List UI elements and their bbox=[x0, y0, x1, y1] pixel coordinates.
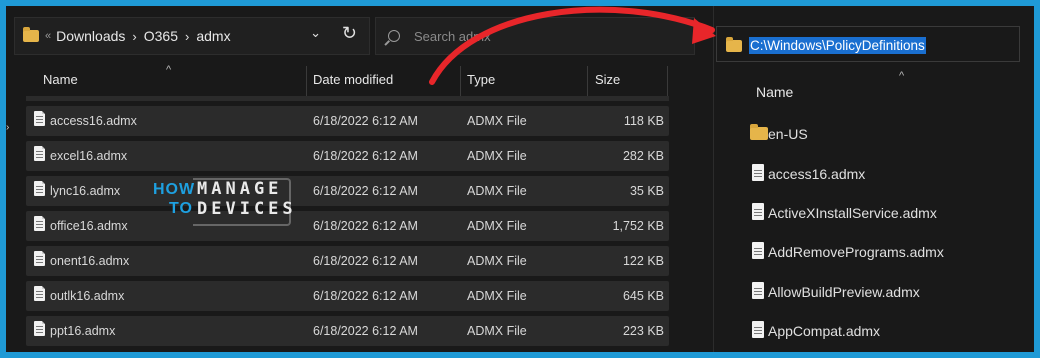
refresh-icon[interactable]: ↻ bbox=[342, 23, 357, 44]
file-size: 118 KB bbox=[623, 114, 664, 128]
file-type: ADMX File bbox=[467, 114, 527, 128]
file-size: 282 KB bbox=[622, 149, 664, 163]
sort-caret-icon: ^ bbox=[899, 70, 905, 82]
column-divider[interactable] bbox=[667, 66, 668, 96]
column-header-date[interactable]: Date modified bbox=[313, 72, 393, 87]
file-date: 6/18/2022 6:12 AM bbox=[313, 184, 418, 198]
column-divider[interactable] bbox=[306, 66, 307, 96]
file-icon bbox=[34, 146, 45, 161]
table-row[interactable]: access16.admx 6/18/2022 6:12 AM ADMX Fil… bbox=[26, 106, 669, 136]
file-type: ADMX File bbox=[467, 149, 527, 163]
search-icon bbox=[388, 30, 400, 42]
file-icon bbox=[34, 111, 45, 126]
item-label: ActiveXInstallService.admx bbox=[768, 205, 937, 221]
file-date: 6/18/2022 6:12 AM bbox=[313, 219, 418, 233]
history-chevron-icon[interactable]: « bbox=[45, 30, 51, 42]
logo-text-to: TO bbox=[169, 200, 193, 217]
item-label: access16.admx bbox=[768, 166, 866, 182]
file-name: lync16.admx bbox=[50, 184, 121, 198]
table-row[interactable]: excel16.admx 6/18/2022 6:12 AM ADMX File… bbox=[26, 141, 669, 171]
file-type: ADMX File bbox=[467, 184, 527, 198]
source-explorer-pane: « Downloads › O365 › admx ⌄ ↻ Search adm… bbox=[6, 6, 706, 352]
column-divider[interactable] bbox=[460, 66, 461, 96]
file-name: excel16.admx bbox=[50, 149, 128, 163]
chevron-down-icon[interactable]: ⌄ bbox=[310, 25, 321, 41]
file-icon bbox=[34, 251, 45, 266]
column-header-name[interactable]: Name bbox=[43, 72, 78, 87]
list-item[interactable]: AllowBuildPreview.admx bbox=[744, 281, 1024, 305]
file-type: ADMX File bbox=[467, 324, 527, 338]
search-box[interactable]: Search admx bbox=[375, 17, 695, 55]
file-name: office16.admx bbox=[50, 219, 128, 233]
file-size: 1,752 KB bbox=[612, 219, 664, 233]
item-label: en-US bbox=[768, 126, 808, 142]
column-header-name[interactable]: Name bbox=[756, 84, 793, 100]
file-type: ADMX File bbox=[467, 219, 527, 233]
file-date: 6/18/2022 6:12 AM bbox=[313, 254, 418, 268]
list-item[interactable]: AddRemovePrograms.admx bbox=[744, 241, 1024, 265]
file-date: 6/18/2022 6:12 AM bbox=[313, 149, 418, 163]
watermark-logo: HOW TO MANAGE DEVICES bbox=[151, 178, 293, 226]
file-type: ADMX File bbox=[467, 254, 527, 268]
address-bar[interactable]: « Downloads › O365 › admx ⌄ ↻ bbox=[14, 17, 370, 55]
list-item[interactable]: ActiveXInstallService.admx bbox=[744, 202, 1024, 226]
file-size: 122 KB bbox=[622, 254, 664, 268]
logo-text-devices: DEVICES bbox=[197, 199, 297, 219]
column-header-type[interactable]: Type bbox=[467, 72, 495, 87]
table-row[interactable]: ppt16.admx 6/18/2022 6:12 AM ADMX File 2… bbox=[26, 316, 669, 346]
file-date: 6/18/2022 6:12 AM bbox=[313, 114, 418, 128]
file-name: access16.admx bbox=[50, 114, 137, 128]
breadcrumb-admx[interactable]: admx bbox=[196, 28, 230, 44]
column-header-row: ^ Name Date modified Type Size bbox=[26, 64, 676, 96]
address-bar[interactable]: C:\Windows\PolicyDefinitions bbox=[716, 26, 1020, 62]
search-placeholder[interactable]: Search admx bbox=[414, 29, 491, 44]
file-icon bbox=[752, 203, 764, 220]
file-icon bbox=[34, 216, 45, 231]
folder-icon bbox=[750, 124, 768, 140]
file-icon bbox=[34, 321, 45, 336]
file-size: 223 KB bbox=[622, 324, 664, 338]
table-row[interactable]: onent16.admx 6/18/2022 6:12 AM ADMX File… bbox=[26, 246, 669, 276]
logo-text-how: HOW bbox=[153, 181, 196, 198]
item-label: AppCompat.admx bbox=[768, 323, 881, 339]
logo-text-manage: MANAGE bbox=[197, 179, 283, 199]
file-date: 6/18/2022 6:12 AM bbox=[313, 289, 418, 303]
column-divider[interactable] bbox=[587, 66, 588, 96]
table-row[interactable]: office16.admx 6/18/2022 6:12 AM ADMX Fil… bbox=[26, 211, 669, 241]
file-name: ppt16.admx bbox=[50, 324, 116, 338]
chevron-right-icon[interactable]: › bbox=[132, 29, 136, 44]
sort-caret-icon: ^ bbox=[166, 64, 172, 76]
breadcrumb-o365[interactable]: O365 bbox=[144, 28, 178, 44]
list-item[interactable]: access16.admx bbox=[744, 163, 1024, 187]
file-icon bbox=[752, 164, 764, 181]
file-icon bbox=[752, 242, 764, 259]
file-icon bbox=[752, 321, 764, 338]
file-date: 6/18/2022 6:12 AM bbox=[313, 324, 418, 338]
table-row[interactable]: outlk16.admx 6/18/2022 6:12 AM ADMX File… bbox=[26, 281, 669, 311]
chevron-right-icon[interactable]: › bbox=[185, 29, 189, 44]
item-label: AllowBuildPreview.admx bbox=[768, 284, 920, 300]
file-icon bbox=[752, 282, 764, 299]
file-name: outlk16.admx bbox=[50, 289, 125, 303]
file-icon bbox=[34, 181, 45, 196]
item-label: AddRemovePrograms.admx bbox=[768, 244, 944, 260]
list-item-folder[interactable]: en-US bbox=[744, 123, 1024, 147]
screenshot-frame: « Downloads › O365 › admx ⌄ ↻ Search adm… bbox=[6, 6, 1034, 352]
destination-explorer-pane: C:\Windows\PolicyDefinitions ^ Name en-U… bbox=[713, 6, 1034, 352]
selected-path-text[interactable]: C:\Windows\PolicyDefinitions bbox=[749, 37, 926, 54]
file-size: 35 KB bbox=[629, 184, 664, 198]
file-icon bbox=[34, 286, 45, 301]
partial-row bbox=[26, 96, 669, 101]
breadcrumb-downloads[interactable]: Downloads bbox=[56, 28, 125, 44]
folder-icon bbox=[726, 37, 742, 52]
list-item[interactable]: AppCompat.admx bbox=[744, 320, 1024, 344]
table-row[interactable]: lync16.admx 6/18/2022 6:12 AM ADMX File … bbox=[26, 176, 669, 206]
file-name: onent16.admx bbox=[50, 254, 130, 268]
expand-arrow-icon[interactable]: › bbox=[6, 122, 9, 133]
file-type: ADMX File bbox=[467, 289, 527, 303]
column-header-size[interactable]: Size bbox=[595, 72, 620, 87]
file-size: 645 KB bbox=[622, 289, 664, 303]
folder-icon bbox=[23, 27, 39, 42]
